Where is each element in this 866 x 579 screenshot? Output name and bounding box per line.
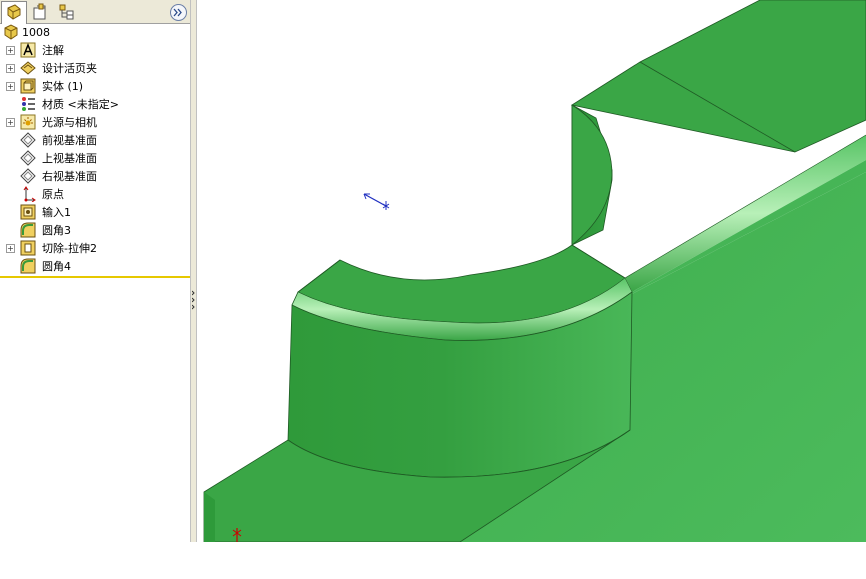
- splitter-grip-icon: [192, 290, 195, 310]
- tree-item-label: 圆角4: [42, 260, 71, 273]
- tree-item-right-plane[interactable]: 右视基准面: [0, 167, 190, 185]
- tree-item-label: 输入1: [42, 206, 71, 219]
- panel-splitter[interactable]: [190, 0, 197, 542]
- tree-item-fillet3[interactable]: 圆角3: [0, 221, 190, 239]
- panel-tab-bar: [0, 0, 190, 24]
- feature-tree-icon: [7, 4, 21, 20]
- expand-toggle[interactable]: +: [6, 117, 15, 127]
- expand-toggle[interactable]: +: [6, 45, 15, 55]
- expand-toggle[interactable]: +: [6, 63, 15, 73]
- tree-item-label: 前视基准面: [42, 134, 97, 147]
- plane-icon: [20, 168, 36, 184]
- tree-item-lights-cameras[interactable]: + 光源与相机: [0, 113, 190, 131]
- tree-item-top-plane[interactable]: 上视基准面: [0, 149, 190, 167]
- expand-toggle[interactable]: +: [6, 243, 15, 253]
- tree-item-annotations[interactable]: + 注解: [0, 41, 190, 59]
- plane-icon: [20, 150, 36, 166]
- bottom-area: [0, 542, 866, 579]
- fillet-icon: [20, 258, 36, 274]
- tree-item-label: 圆角3: [42, 224, 71, 237]
- tree-item-label: 材质 <未指定>: [42, 98, 119, 111]
- imported-body-icon: [20, 204, 36, 220]
- tab-feature-manager[interactable]: [1, 1, 27, 24]
- tree-item-design-binder[interactable]: + 设计活页夹: [0, 59, 190, 77]
- tree-root-label: 1008: [22, 25, 50, 39]
- property-manager-icon: [33, 3, 46, 19]
- tree-item-label: 原点: [42, 188, 64, 201]
- tree-item-label: 设计活页夹: [42, 62, 97, 75]
- tree-item-label: 右视基准面: [42, 170, 97, 183]
- cut-extrude-icon: [20, 240, 36, 256]
- tab-configuration-manager[interactable]: [55, 1, 79, 22]
- tree-item-origin[interactable]: 原点: [0, 185, 190, 203]
- tree-item-cut-extrude2[interactable]: + 切除-拉伸2: [0, 239, 190, 257]
- part-icon: [4, 24, 18, 40]
- plane-icon: [20, 132, 36, 148]
- tree-item-solid-bodies[interactable]: + 实体 (1): [0, 77, 190, 95]
- tree-item-label: 实体 (1): [42, 80, 84, 93]
- tab-property-manager[interactable]: [28, 1, 52, 22]
- tree-item-import1[interactable]: 输入1: [0, 203, 190, 221]
- tree-root-part[interactable]: 1008: [0, 23, 190, 41]
- model-view: [203, 0, 866, 542]
- origin-icon: [23, 186, 36, 202]
- expand-toggle[interactable]: +: [6, 81, 15, 91]
- tree-item-material[interactable]: 材质 <未指定>: [0, 95, 190, 113]
- rollback-bar[interactable]: [0, 276, 190, 278]
- coordinate-triad-icon: [363, 193, 390, 210]
- design-binder-icon: [20, 61, 36, 75]
- feature-manager-panel: 1008 + 注解 + 设计活页夹 + 实体 (1) 材质 <未指定> + 光源…: [0, 0, 190, 542]
- annotations-icon: [20, 42, 36, 58]
- material-icon: [22, 97, 35, 111]
- double-chevron-right-icon: [173, 8, 182, 17]
- lights-cameras-icon: [20, 114, 36, 130]
- tree-item-label: 光源与相机: [42, 116, 97, 129]
- graphics-viewport[interactable]: [197, 0, 866, 542]
- tree-item-label: 切除-拉伸2: [42, 242, 97, 255]
- configuration-manager-icon: [59, 4, 74, 19]
- tree-item-fillet4[interactable]: 圆角4: [0, 257, 190, 275]
- tree-item-front-plane[interactable]: 前视基准面: [0, 131, 190, 149]
- tree-item-label: 上视基准面: [42, 152, 97, 165]
- tree-item-label: 注解: [42, 44, 64, 57]
- fillet-icon: [20, 222, 36, 238]
- solid-bodies-icon: [20, 78, 36, 94]
- expand-panel-button[interactable]: [170, 4, 187, 21]
